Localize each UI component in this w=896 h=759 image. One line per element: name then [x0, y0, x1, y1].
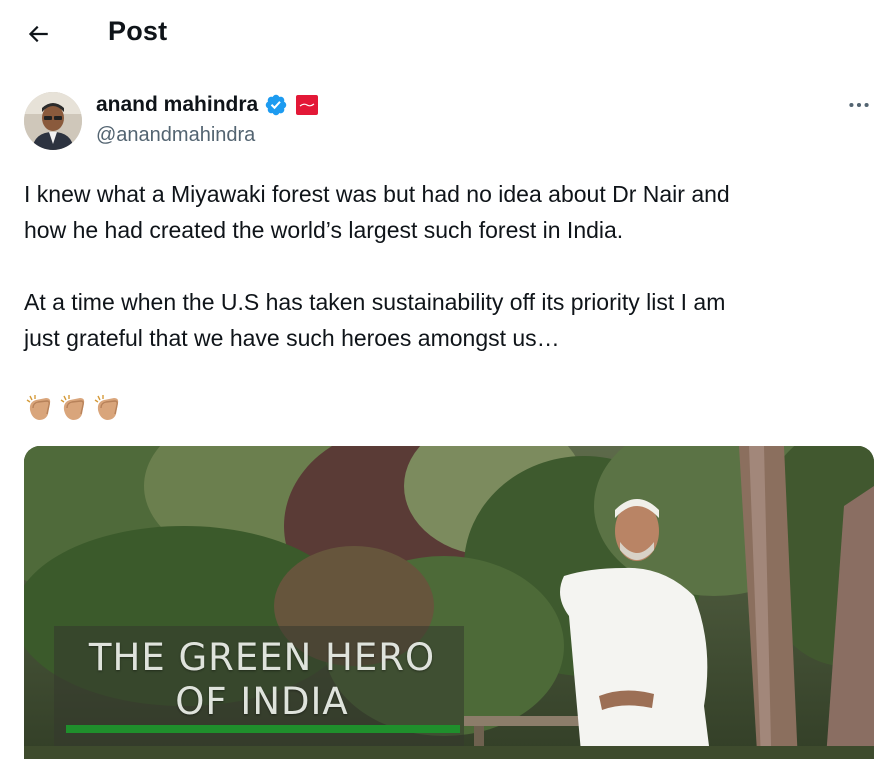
back-button[interactable] [18, 14, 58, 54]
post-header: Post [0, 0, 896, 68]
clapping-hands-icon [94, 395, 119, 420]
tweet-text: I knew what a Miyawaki forest was but ha… [24, 176, 874, 356]
mahindra-logo-icon[interactable] [296, 95, 319, 115]
page-title: Post [108, 16, 168, 46]
overlay-line: THE GREEN HERO [88, 636, 436, 679]
video-overlay-title: THE GREEN HERO OF INDIA [70, 636, 454, 724]
author-name-row[interactable]: anand mahindra [96, 93, 319, 117]
arrow-left-icon [28, 25, 48, 43]
overlay-accent-bar [66, 725, 460, 733]
avatar[interactable] [24, 92, 82, 150]
author-handle[interactable]: @anandmahindra [96, 124, 255, 147]
clapping-hands-icon [26, 395, 51, 420]
more-button[interactable] [840, 90, 878, 120]
emoji-row [24, 392, 124, 424]
video-thumbnail[interactable]: THE GREEN HERO OF INDIA [24, 446, 874, 759]
clapping-hands-icon [60, 395, 85, 420]
verified-badge-icon [265, 94, 287, 116]
post-page: Post anand mahindra @anandmahindra I kne… [0, 0, 896, 759]
avatar-image [24, 92, 82, 150]
author-name[interactable]: anand mahindra [96, 93, 258, 117]
overlay-line: OF INDIA [175, 680, 349, 723]
more-horizontal-icon [849, 102, 869, 108]
tweet-line: how he had created the world’s largest s… [24, 217, 624, 243]
tweet-line: At a time when the U.S has taken sustain… [24, 289, 726, 315]
tweet-line: just grateful that we have such heroes a… [24, 325, 560, 351]
tweet-line: I knew what a Miyawaki forest was but ha… [24, 181, 730, 207]
